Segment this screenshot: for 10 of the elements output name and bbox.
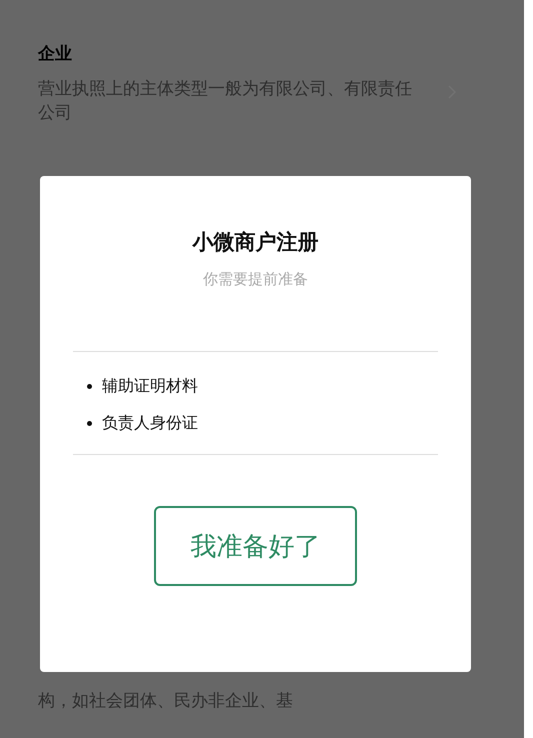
requirement-item: 辅助证明材料 bbox=[102, 376, 198, 397]
section-description: 营业执照上的主体类型一般为有限公司、有限责任公司 bbox=[38, 78, 413, 125]
dialog-subtitle: 你需要提前准备 bbox=[203, 270, 308, 289]
section-description: 构，如社会团体、民办非企业、基 bbox=[38, 690, 294, 712]
ready-button[interactable]: 我准备好了 bbox=[154, 506, 357, 586]
section-title: 企业 bbox=[38, 43, 73, 65]
requirement-item: 负责人身份证 bbox=[102, 413, 198, 434]
dialog-title: 小微商户注册 bbox=[192, 229, 318, 256]
bullet-icon bbox=[87, 384, 92, 389]
bullet-icon bbox=[87, 421, 92, 426]
